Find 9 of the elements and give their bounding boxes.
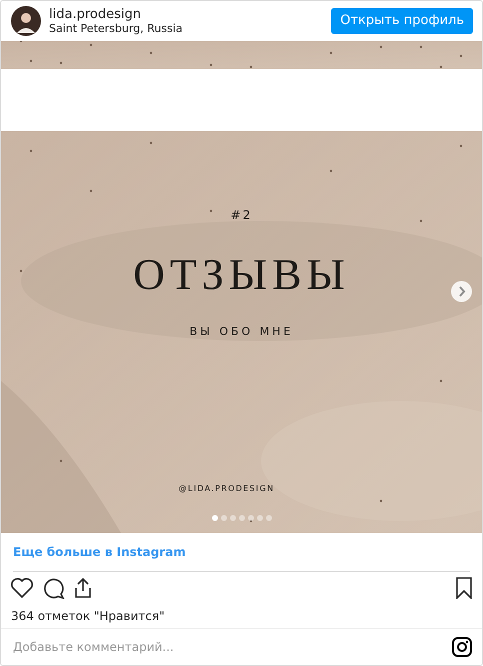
slide-subtitle: ВЫ ОБО МНЕ [190, 324, 294, 340]
more-on-instagram-link[interactable]: Еще больше в Instagram [13, 543, 186, 561]
likes-count: 364 отметок "Нравится" [11, 608, 165, 625]
slide-handle: @LIDA.PRODESIGN [178, 483, 274, 495]
slide-number: #2 [230, 207, 252, 224]
username[interactable]: lida.prodesign [49, 6, 332, 22]
open-profile-button[interactable]: Открыть профиль [331, 8, 473, 34]
slide-title: ОТЗЫВЫ [133, 253, 350, 297]
location: Saint Petersburg, Russia [49, 22, 184, 36]
